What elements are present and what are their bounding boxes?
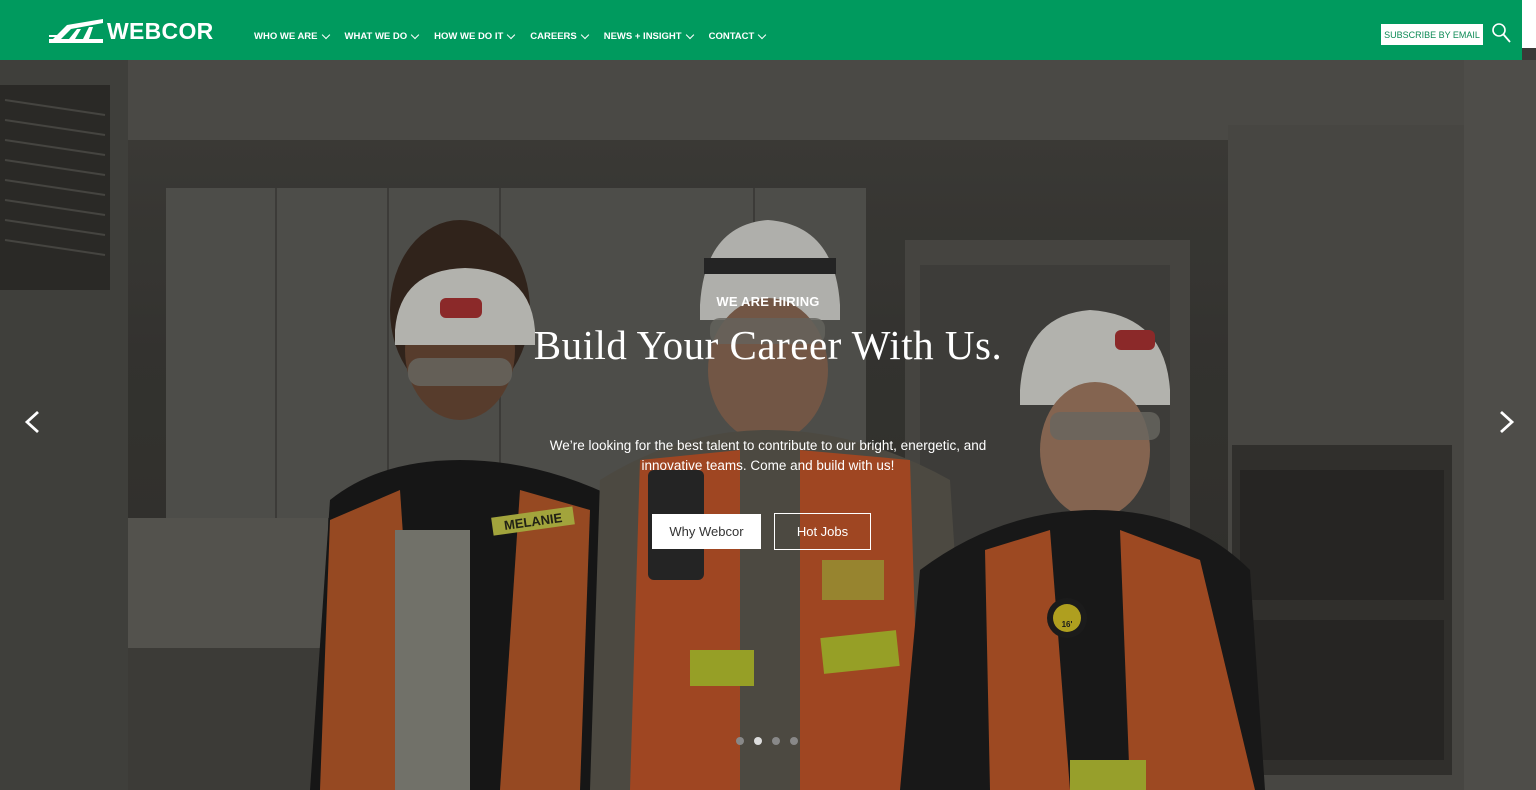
nav-how-we-do-it[interactable]: HOW WE DO IT <box>434 30 516 42</box>
subscribe-button[interactable]: SUBSCRIBE BY EMAIL <box>1381 24 1483 45</box>
nav-contact[interactable]: CONTACT <box>708 30 767 42</box>
nav-label: NEWS + INSIGHT <box>603 31 682 42</box>
previous-slide-icon[interactable] <box>22 410 46 434</box>
slide-dot-2[interactable] <box>754 737 762 745</box>
search-icon[interactable] <box>1491 22 1511 44</box>
next-slide-icon[interactable] <box>1493 410 1517 434</box>
hero-eyebrow: WE ARE HIRING <box>716 294 820 309</box>
why-webcor-button[interactable]: Why Webcor <box>652 514 761 549</box>
slide-dot-3[interactable] <box>772 737 780 745</box>
slide-dot-1[interactable] <box>736 737 744 745</box>
site-header: WEBCOR WHO WE ARE WHAT WE DO HOW WE DO I… <box>0 0 1522 60</box>
nav-careers[interactable]: CAREERS <box>530 30 589 42</box>
hot-jobs-button[interactable]: Hot Jobs <box>774 513 871 550</box>
chevron-down-icon <box>410 30 420 40</box>
chevron-down-icon <box>685 30 694 40</box>
hero-subhead: We’re looking for the best talent to con… <box>549 438 987 473</box>
nav-label: WHO WE ARE <box>254 31 318 42</box>
chevron-down-icon <box>321 30 330 40</box>
slide-dot-4[interactable] <box>790 737 798 745</box>
slide-indicators <box>736 737 808 745</box>
chevron-down-icon <box>758 30 767 40</box>
hero-content: WE ARE HIRING Build Your Career With Us.… <box>0 60 1536 790</box>
chevron-down-icon <box>507 30 516 40</box>
scrollbar-gap <box>1522 0 1536 48</box>
hero-slider: MELANIE 16' WE ARE HIRING Build Your Car… <box>0 60 1536 790</box>
nav-what-we-do[interactable]: WHAT WE DO <box>344 30 420 42</box>
nav-label: HOW WE DO IT <box>434 31 504 42</box>
chevron-down-icon <box>580 30 589 40</box>
hero-headline: Build Your Career With Us. <box>533 322 1003 368</box>
webcor-logo[interactable]: WEBCOR <box>47 17 214 45</box>
nav-who-we-are[interactable]: WHO WE ARE <box>254 30 330 42</box>
nav-label: WHAT WE DO <box>344 31 408 42</box>
main-nav: WHO WE ARE WHAT WE DO HOW WE DO IT CAREE… <box>254 30 781 42</box>
nav-label: CONTACT <box>708 31 755 42</box>
nav-news-insight[interactable]: NEWS + INSIGHT <box>603 30 694 42</box>
nav-label: CAREERS <box>530 31 577 42</box>
logo-text: WEBCOR <box>107 17 214 44</box>
bridge-logo-icon <box>49 19 103 43</box>
